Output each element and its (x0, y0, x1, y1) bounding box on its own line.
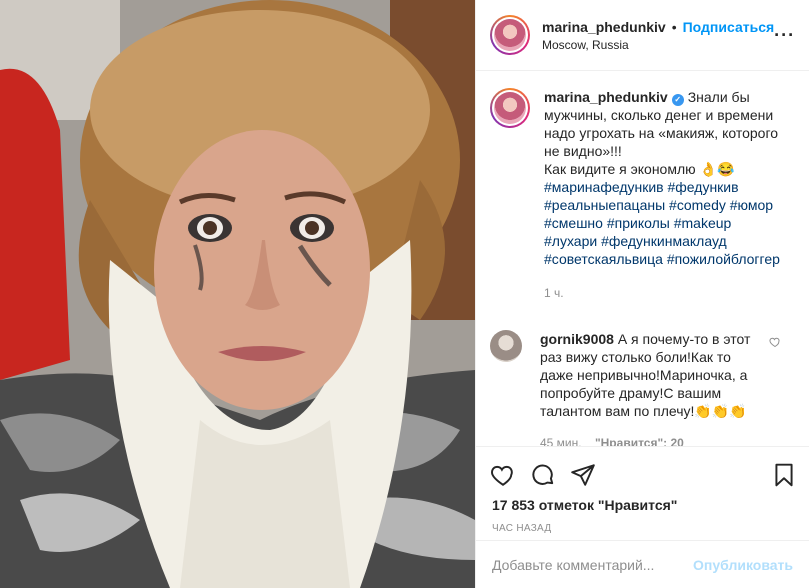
caption-body: marina_phedunkiv ✓ Знали бы мужчины, сколь… (544, 88, 794, 302)
comment-meta: 45 мин. "Нравится": 20 (540, 434, 765, 446)
hashtag-link[interactable]: #реальныепацаны (544, 197, 665, 213)
author-info: marina_phedunkiv • Подписаться Moscow, R… (542, 19, 774, 52)
hashtag-link[interactable]: #смешно (544, 215, 603, 231)
post-image (0, 0, 475, 588)
hashtag-link[interactable]: #федункинмаклауд (601, 233, 727, 249)
post-actions: 17 853 отметок "Нравится" ЧАС НАЗАД Опуб… (476, 446, 809, 580)
comment-body: gornik9008 А я почему-то в этот раз вижу… (540, 330, 765, 446)
caption-line2: Как видите я экономлю 👌😂 (544, 161, 735, 177)
comment-time[interactable]: 45 мин. (540, 436, 582, 446)
follow-button[interactable]: Подписаться (683, 19, 775, 35)
commenter-avatar[interactable] (490, 330, 522, 362)
comments-section[interactable]: marina_phedunkiv ✓ Знали бы мужчины, сколь… (476, 72, 809, 446)
add-comment-bar: Опубликовать (476, 540, 809, 588)
action-icons (476, 447, 809, 495)
caption-avatar[interactable] (490, 88, 530, 128)
comment-item: gornik9008 А я почему-то в этот раз вижу… (490, 330, 795, 446)
post-header: marina_phedunkiv • Подписаться Moscow, R… (476, 0, 809, 71)
hashtag-link[interactable]: #приколы (607, 215, 670, 231)
hashtag-link[interactable]: #маринафедункив (544, 179, 664, 195)
hashtag-link[interactable]: #лухари (544, 233, 597, 249)
comment-input[interactable] (492, 556, 694, 573)
comment-like-heart-icon[interactable] (769, 336, 781, 348)
post-panel: marina_phedunkiv • Подписаться Moscow, R… (475, 0, 809, 588)
share-icon[interactable] (570, 462, 596, 488)
author-username[interactable]: marina_phedunkiv (542, 19, 666, 35)
more-options-button[interactable]: ··· (774, 25, 795, 46)
caption-username[interactable]: marina_phedunkiv (544, 89, 668, 105)
publish-button[interactable]: Опубликовать (693, 557, 793, 573)
verified-badge-icon: ✓ (671, 94, 684, 106)
author-avatar[interactable] (490, 15, 530, 55)
hashtag-link[interactable]: #makeup (674, 215, 732, 231)
hashtag-link[interactable]: #юмор (730, 197, 773, 213)
bookmark-icon[interactable] (771, 462, 797, 488)
hashtag-link[interactable]: #советскаяльвица (544, 251, 663, 267)
location-link[interactable]: Moscow, Russia (542, 38, 774, 52)
commenter-username[interactable]: gornik9008 (540, 331, 614, 347)
comment-icon[interactable] (530, 462, 556, 488)
post-photo[interactable] (0, 0, 475, 588)
comment-likes[interactable]: "Нравится": 20 (595, 436, 684, 446)
post-time[interactable]: ЧАС НАЗАД (476, 523, 809, 534)
caption: marina_phedunkiv ✓ Знали бы мужчины, сколь… (490, 88, 795, 302)
heart-icon[interactable] (490, 462, 516, 488)
hashtag-link[interactable]: #федункив (668, 179, 739, 195)
caption-time[interactable]: 1 ч. (544, 284, 794, 302)
separator-dot: • (671, 18, 677, 35)
avatar-image (494, 19, 526, 51)
likes-count[interactable]: 17 853 отметок "Нравится" (476, 497, 809, 513)
hashtag-link[interactable]: #comedy (669, 197, 726, 213)
avatar-image (494, 92, 526, 124)
hashtag-link[interactable]: #пожилойблоггер (667, 251, 780, 267)
